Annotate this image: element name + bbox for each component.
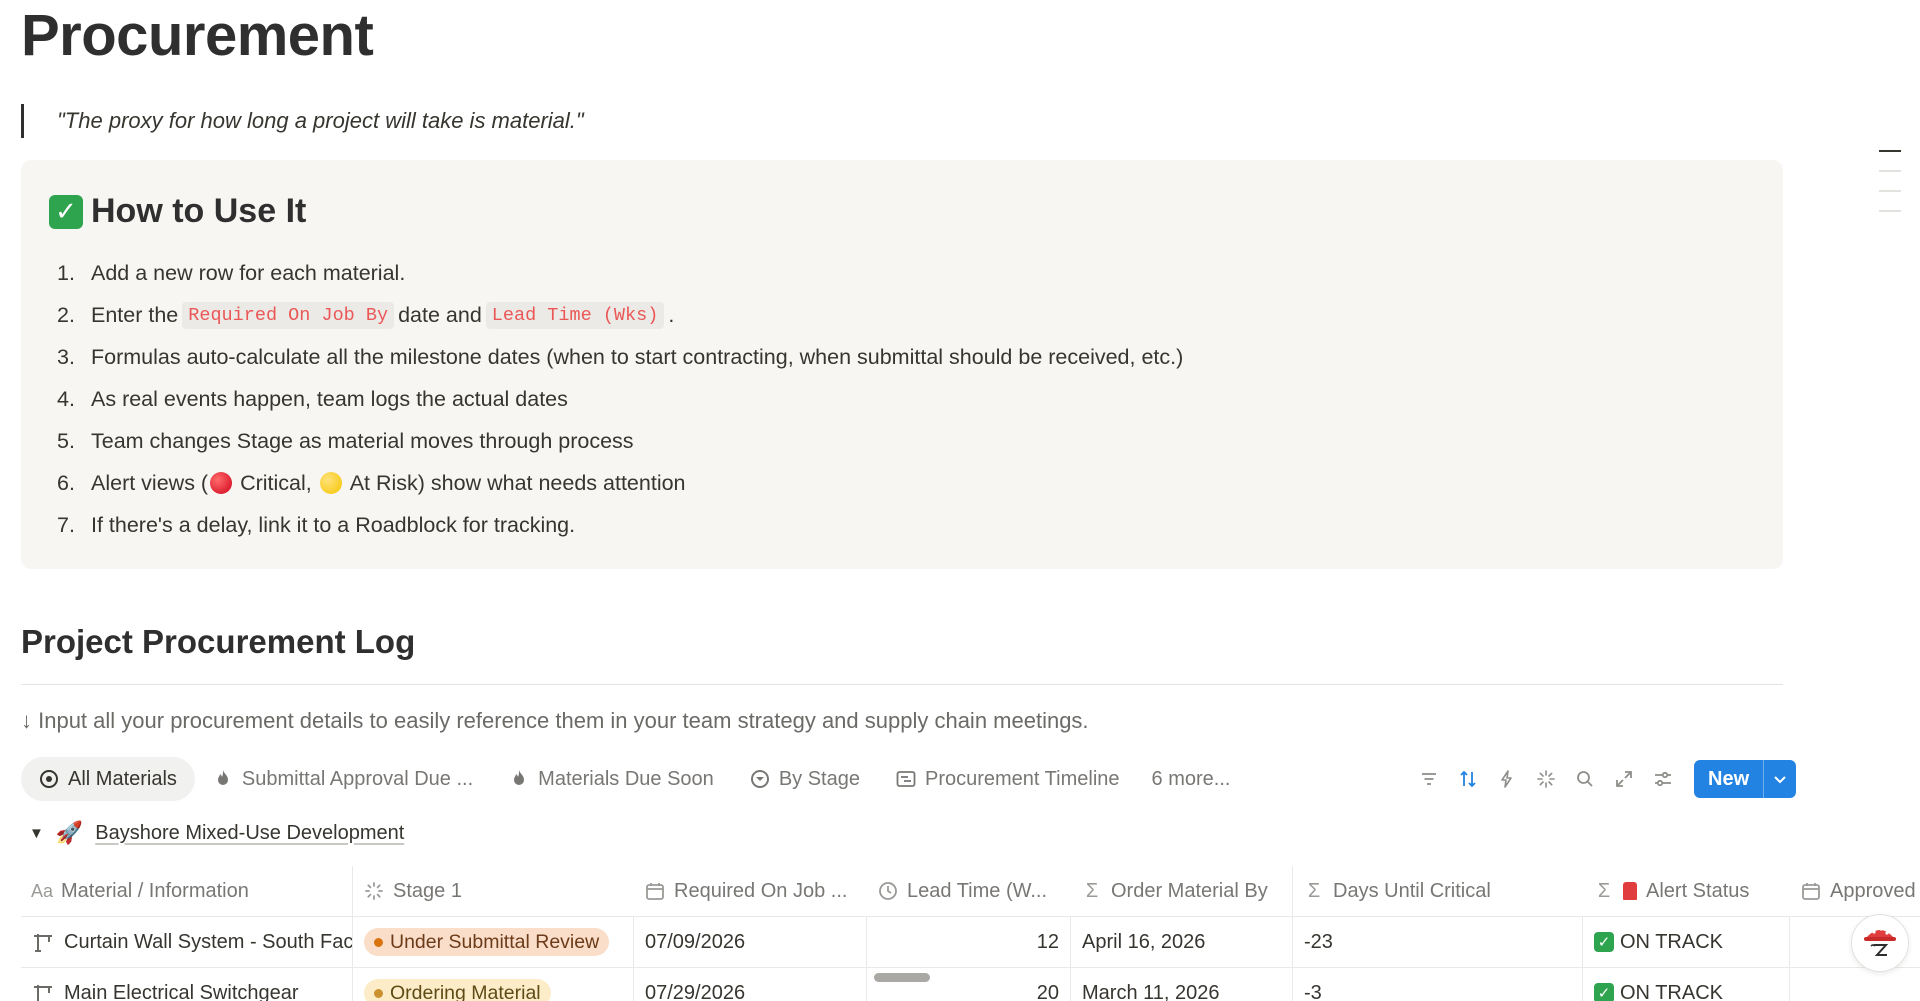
outline-line[interactable] (1879, 150, 1901, 152)
column-header-order-by[interactable]: Σ Order Material By (1071, 866, 1293, 916)
expand-icon[interactable] (1604, 759, 1643, 799)
cell-days-until-critical[interactable]: -3 (1293, 968, 1583, 1001)
group-name[interactable]: Bayshore Mixed-Use Development (95, 822, 404, 845)
calendar-icon (1801, 881, 1821, 901)
timeline-icon (896, 769, 916, 789)
tab-materials-due-soon[interactable]: Materials Due Soon (491, 757, 732, 801)
step-item: 2. Enter the Required On Job By date and… (57, 301, 675, 329)
cell-days-until-critical[interactable]: -23 (1293, 917, 1583, 967)
text-property-icon: Aa (30, 880, 54, 901)
red-circle-icon (210, 472, 233, 494)
collapse-triangle-icon[interactable]: ▼ (29, 825, 44, 842)
code-required-on-job-by: Required On Job By (182, 301, 395, 329)
cell-alert-status[interactable]: ✓ ON TRACK (1583, 917, 1790, 967)
tab-by-stage[interactable]: By Stage (732, 757, 878, 801)
step-item: 4. As real events happen, team logs the a… (57, 386, 568, 411)
stage-pill: Under Submittal Review (364, 928, 610, 956)
formula-sigma-icon: Σ (1085, 879, 1099, 902)
divider (21, 684, 1783, 685)
cell-order-by[interactable]: April 16, 2026 (1071, 917, 1293, 967)
callout-heading: ✓ How to Use It (49, 192, 306, 231)
fire-icon (509, 769, 529, 789)
steps-list: 1. Add a new row for each material. 2. En… (57, 252, 1183, 546)
crane-icon (32, 982, 54, 1001)
chevron-circle-icon (750, 769, 770, 789)
quote-text: "The proxy for how long a project will t… (57, 108, 584, 133)
section-description: ↓ Input all your procurement details to … (21, 708, 1089, 733)
step-item: 3. Formulas auto-calculate all the milest… (57, 344, 1184, 369)
cell-stage[interactable]: Under Submittal Review (353, 917, 634, 967)
outline-line[interactable] (1879, 170, 1901, 172)
section-title: Project Procurement Log (21, 623, 416, 660)
group-header[interactable]: ▼ 🚀 Bayshore Mixed-Use Development (29, 820, 404, 846)
target-icon (39, 769, 59, 789)
step-item: 6. Alert views ( Critical, At Risk) show… (57, 470, 686, 495)
outline-line[interactable] (1879, 210, 1901, 212)
formula-sigma-icon: Σ (1597, 879, 1611, 902)
column-header-stage[interactable]: Stage 1 (353, 866, 634, 916)
quote-block: "The proxy for how long a project will t… (21, 104, 584, 138)
column-header-required[interactable]: Required On Job ... (634, 866, 867, 916)
cell-material[interactable]: Curtain Wall System - South Facade (21, 917, 353, 967)
sort-icon[interactable] (1448, 759, 1487, 799)
table-row[interactable]: Curtain Wall System - South Facade Under… (21, 916, 1920, 967)
how-to-callout: ✓ How to Use It 1. Add a new row for each… (21, 160, 1783, 569)
check-mark-icon: ✓ (1594, 932, 1614, 952)
check-mark-icon: ✓ (1594, 983, 1614, 1001)
cell-order-by[interactable]: March 11, 2026 (1071, 968, 1293, 1001)
chevron-down-icon[interactable] (1763, 760, 1796, 798)
settings-sliders-icon[interactable] (1643, 759, 1682, 799)
code-lead-time: Lead Time (Wks) (485, 301, 665, 329)
outline-line[interactable] (1879, 190, 1901, 192)
stage-pill: Ordering Material (364, 979, 551, 1001)
database-toolbar: New (1409, 759, 1797, 799)
column-header-lead-time[interactable]: Lead Time (W... (867, 866, 1071, 916)
rocket-icon: 🚀 (55, 820, 84, 845)
formula-sigma-icon: Σ (1307, 879, 1321, 902)
filter-icon[interactable] (1409, 759, 1448, 799)
assistant-avatar-icon[interactable] (1851, 914, 1909, 972)
cell-stage[interactable]: Ordering Material (353, 968, 634, 1001)
column-header-material[interactable]: Aa Material / Information (21, 866, 353, 916)
check-mark-icon: ✓ (49, 194, 83, 229)
cell-approved[interactable] (1790, 968, 1920, 1001)
column-header-alert-status[interactable]: Σ Alert Status (1583, 866, 1790, 916)
cell-required[interactable]: 07/09/2026 (634, 917, 867, 967)
cell-lead-time[interactable]: 12 (867, 917, 1071, 967)
page-outline-nav[interactable] (1879, 150, 1901, 230)
new-button-label[interactable]: New (1694, 760, 1763, 798)
crane-icon (32, 931, 54, 953)
callout-title: How to Use It (91, 192, 307, 230)
column-header-approved[interactable]: Approved ( (1790, 866, 1920, 916)
yellow-circle-icon (319, 472, 342, 494)
tab-all-materials[interactable]: All Materials (21, 757, 195, 801)
table-header-row: Aa Material / Information Stage 1 Requir… (21, 866, 1920, 916)
step-item: 5. Team changes Stage as material moves t… (57, 428, 634, 453)
step-item: 7. If there's a delay, link it to a Roadb… (57, 512, 576, 537)
ai-sparkle-icon[interactable] (1526, 759, 1565, 799)
tab-submittal-approval-due[interactable]: Submittal Approval Due ... (195, 757, 491, 801)
cell-required[interactable]: 07/29/2026 (634, 968, 867, 1001)
calendar-icon (645, 881, 665, 901)
page-title: Procurement (21, 3, 374, 68)
cell-material[interactable]: Main Electrical Switchgear (21, 968, 353, 1001)
cell-alert-status[interactable]: ✓ ON TRACK (1583, 968, 1790, 1001)
fire-icon (213, 769, 233, 789)
table-row[interactable]: Main Electrical Switchgear Ordering Mate… (21, 967, 1920, 1001)
clock-icon (878, 881, 898, 901)
search-icon[interactable] (1565, 759, 1604, 799)
status-property-icon (364, 881, 384, 901)
view-tabs: All Materials Submittal Approval Due ...… (21, 757, 1248, 801)
automation-icon[interactable] (1487, 759, 1526, 799)
column-header-days-until-critical[interactable]: Σ Days Until Critical (1293, 866, 1583, 916)
step-item: 1. Add a new row for each material. (57, 260, 406, 285)
horizontal-scrollbar[interactable] (874, 973, 930, 982)
siren-icon (1623, 882, 1637, 900)
new-button[interactable]: New (1694, 760, 1797, 798)
tab-more-views[interactable]: 6 more... (1138, 757, 1249, 801)
tab-procurement-timeline[interactable]: Procurement Timeline (878, 757, 1138, 801)
